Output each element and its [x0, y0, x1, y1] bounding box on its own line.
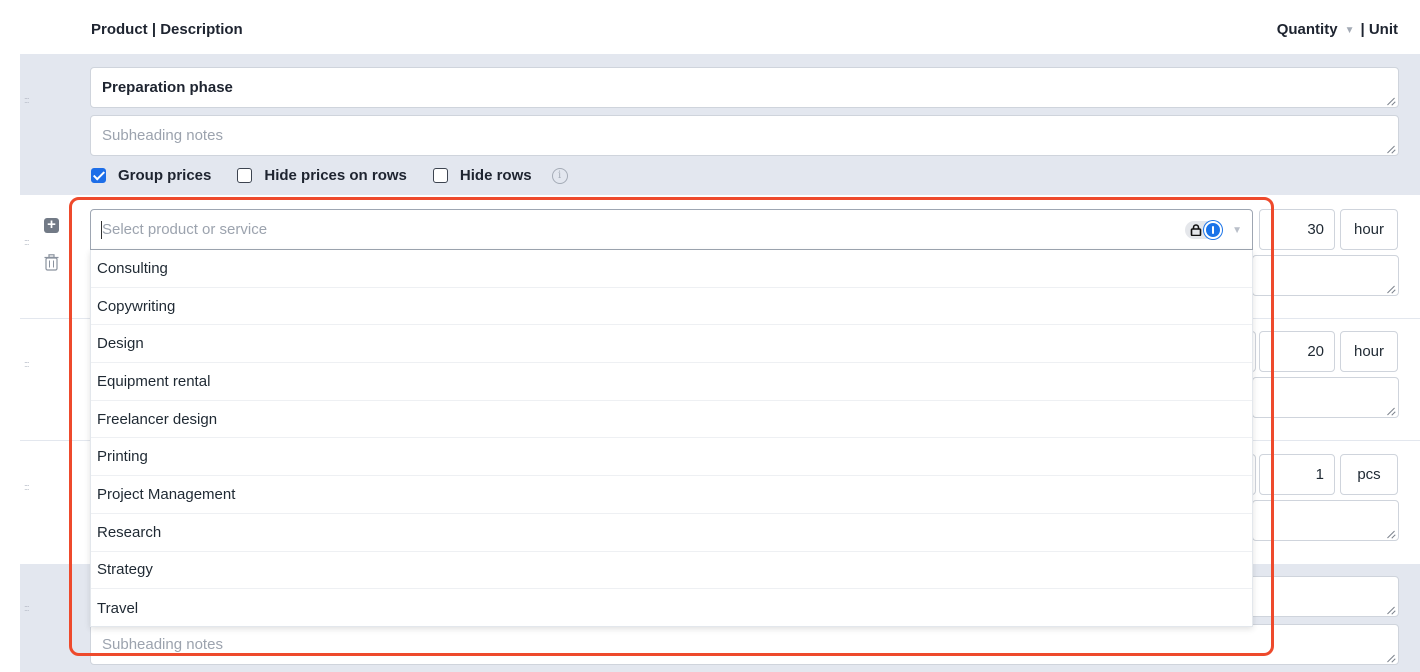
description-field[interactable] — [1252, 255, 1399, 296]
quantity-header[interactable]: Quantity — [1277, 21, 1338, 38]
resize-handle-icon[interactable] — [1387, 407, 1395, 415]
dropdown-option[interactable]: Strategy — [91, 552, 1252, 590]
description-field[interactable] — [1252, 500, 1399, 541]
drag-handle-icon[interactable]: ::: — [24, 603, 29, 613]
quantity-field[interactable]: 1 — [1259, 454, 1335, 495]
subheading-placeholder: Subheading notes — [102, 127, 223, 144]
group-prices-label: Group prices — [118, 167, 212, 184]
group-options: Group prices Hide prices on rows Hide ro… — [91, 167, 568, 184]
quantity-field[interactable]: 30 — [1259, 209, 1335, 250]
trash-icon[interactable] — [44, 254, 59, 271]
drag-handle-icon[interactable]: ::: — [24, 95, 29, 105]
group-prices-checkbox[interactable]: Group prices — [91, 167, 211, 184]
checkbox-unchecked[interactable] — [432, 168, 448, 183]
product-select-input[interactable]: Select product or service ▼ — [90, 209, 1253, 250]
subheading-notes-field[interactable]: Subheading notes — [90, 624, 1399, 665]
quantity-unit-header: Quantity ▼ | Unit — [1277, 21, 1398, 38]
dropdown-option[interactable]: Freelancer design — [91, 401, 1252, 439]
product-select-placeholder: Select product or service — [102, 221, 268, 238]
unit-field[interactable]: pcs — [1340, 454, 1398, 495]
drag-handle-icon[interactable]: ::: — [24, 482, 29, 492]
product-description-header: Product | Description — [91, 21, 243, 38]
hide-prices-label: Hide prices on rows — [264, 167, 407, 184]
unit-field[interactable]: hour — [1340, 331, 1398, 372]
description-field[interactable] — [1252, 377, 1399, 418]
dropdown-option[interactable]: Research — [91, 514, 1252, 552]
password-manager-icons[interactable] — [1185, 221, 1222, 239]
dropdown-option[interactable]: Copywriting — [91, 288, 1252, 326]
resize-handle-icon[interactable] — [1387, 97, 1395, 105]
sort-caret-icon[interactable]: ▼ — [1345, 25, 1355, 36]
row-actions: + — [44, 217, 59, 271]
group-title-field[interactable]: Preparation phase — [90, 67, 1399, 108]
group-title-text: Preparation phase — [102, 79, 233, 96]
resize-handle-icon[interactable] — [1387, 145, 1395, 153]
quantity-field[interactable]: 20 — [1259, 331, 1335, 372]
dropdown-option[interactable]: Consulting — [91, 250, 1252, 288]
checkbox-unchecked[interactable] — [237, 168, 253, 183]
resize-handle-icon[interactable] — [1387, 285, 1395, 293]
table-header: Product | Description Quantity ▼ | Unit — [0, 0, 1420, 54]
dropdown-option[interactable]: Project Management — [91, 476, 1252, 514]
drag-handle-icon[interactable]: ::: — [24, 359, 29, 369]
info-icon[interactable]: i — [551, 167, 568, 184]
subheading-notes-field[interactable]: Subheading notes — [90, 115, 1399, 156]
drag-handle-icon[interactable]: ::: — [24, 237, 29, 247]
dropdown-option[interactable]: Printing — [91, 438, 1252, 477]
unit-header: | Unit — [1360, 21, 1398, 38]
resize-handle-icon[interactable] — [1387, 606, 1395, 614]
hide-rows-label: Hide rows — [459, 167, 532, 184]
unit-field[interactable]: hour — [1340, 209, 1398, 250]
dropdown-option[interactable]: Equipment rental — [91, 363, 1252, 401]
dropdown-option[interactable]: Design — [91, 325, 1252, 364]
resize-handle-icon[interactable] — [1387, 530, 1395, 538]
hide-rows-checkbox[interactable]: Hide rows — [432, 167, 532, 184]
chevron-down-icon[interactable]: ▼ — [1232, 225, 1242, 236]
product-dropdown-list: Consulting Copywriting Design Equipment … — [90, 250, 1253, 627]
subheading-placeholder: Subheading notes — [102, 636, 223, 653]
checkbox-checked[interactable] — [91, 168, 106, 183]
plus-icon[interactable]: + — [44, 217, 59, 233]
password-key-icon[interactable] — [1204, 221, 1222, 239]
resize-handle-icon[interactable] — [1387, 654, 1395, 662]
dropdown-option[interactable]: Travel — [91, 589, 1252, 627]
hide-prices-on-rows-checkbox[interactable]: Hide prices on rows — [237, 167, 407, 184]
